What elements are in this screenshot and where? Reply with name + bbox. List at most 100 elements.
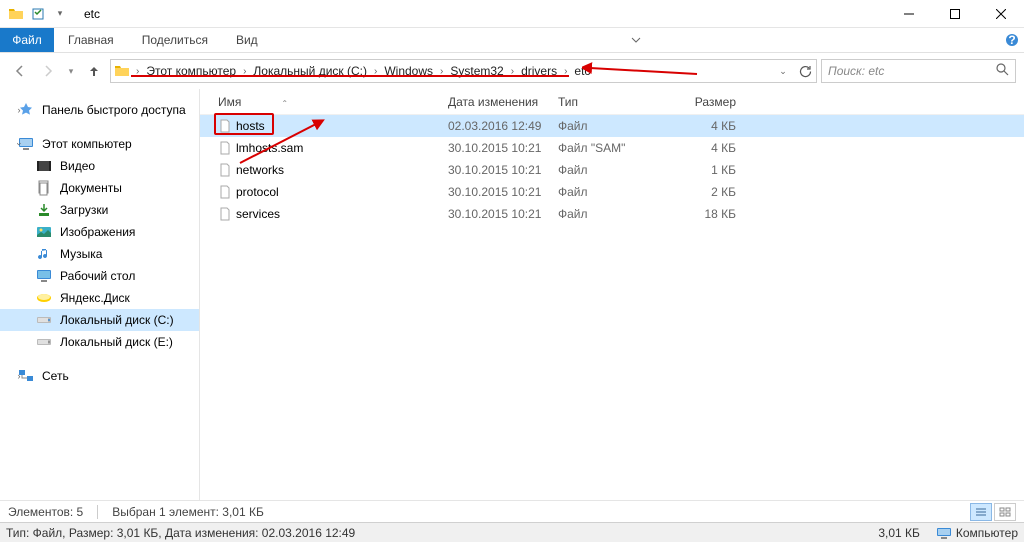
file-pane: Имя⌃ Дата изменения Тип Размер hosts 02.… [200,89,1024,500]
minimize-button[interactable] [886,0,932,28]
file-icon [218,185,236,199]
sidebar-item-label: Музыка [60,247,102,261]
tab-home[interactable]: Главная [54,28,128,52]
video-icon [36,158,52,174]
sidebar-item-label: Яндекс.Диск [60,291,130,305]
titlebar: ▾ etc [0,0,1024,28]
sidebar-item-videos[interactable]: Видео [0,155,199,177]
search-placeholder: Поиск: etc [828,64,884,78]
file-icon [218,119,236,133]
drive-icon [36,312,52,328]
search-input[interactable]: Поиск: etc [821,59,1016,83]
yandex-disk-icon [36,290,52,306]
col-date[interactable]: Дата изменения [448,95,558,109]
back-button[interactable] [8,59,32,83]
address-dropdown-icon[interactable]: ⌄ [772,60,794,82]
view-tiles-button[interactable] [994,503,1016,521]
desktop-icon [36,268,52,284]
separator [97,505,98,519]
forward-button[interactable] [36,59,60,83]
file-date: 02.03.2016 12:49 [448,119,558,133]
nav-row: ▾ › Этот компьютер › Локальный диск (C:)… [0,53,1024,89]
sidebar-item-desktop[interactable]: Рабочий стол [0,265,199,287]
tab-view[interactable]: Вид [222,28,272,52]
file-icon [218,163,236,177]
file-icon [218,207,236,221]
file-type: Файл [558,163,666,177]
help-icon[interactable]: ? [1000,28,1024,52]
details-info: Тип: Файл, Размер: 3,01 КБ, Дата изменен… [6,526,355,540]
file-row[interactable]: lmhosts.sam 30.10.2015 10:21 Файл "SAM" … [200,137,1024,159]
sidebar-item-label: Загрузки [60,203,108,217]
status-selected: Выбран 1 элемент: 3,01 КБ [112,505,264,519]
sidebar-item-local-disk-e[interactable]: Локальный диск (E:) [0,331,199,353]
close-button[interactable] [978,0,1024,28]
sidebar-item-documents[interactable]: Документы [0,177,199,199]
file-size: 1 КБ [666,163,736,177]
file-name: networks [236,163,448,177]
status-elements: Элементов: 5 [8,505,83,519]
svg-text:?: ? [1008,33,1015,47]
file-row[interactable]: protocol 30.10.2015 10:21 Файл 2 КБ [200,181,1024,203]
details-computer: Компьютер [936,526,1018,540]
file-date: 30.10.2015 10:21 [448,185,558,199]
file-icon [218,141,236,155]
nav-pane: › Панель быстрого доступа › Этот компьют… [0,89,200,500]
sidebar-network[interactable]: › Сеть [0,365,199,387]
search-icon[interactable] [996,63,1009,79]
status-bar: Элементов: 5 Выбран 1 элемент: 3,01 КБ [0,500,1024,522]
sidebar-item-downloads[interactable]: Загрузки [0,199,199,221]
sidebar-item-yandex-disk[interactable]: Яндекс.Диск [0,287,199,309]
qat-dropdown-icon[interactable]: ▾ [50,4,70,24]
music-icon [36,246,52,262]
sidebar-quick-access[interactable]: › Панель быстрого доступа [0,99,199,121]
qat-properties-icon[interactable] [28,4,48,24]
file-size: 4 КБ [666,141,736,155]
details-bar: Тип: Файл, Размер: 3,01 КБ, Дата изменен… [0,522,1024,542]
sidebar-item-label: Локальный диск (C:) [60,313,174,327]
col-name[interactable]: Имя⌃ [218,95,448,109]
recent-dropdown-icon[interactable]: ▾ [64,59,78,83]
file-date: 30.10.2015 10:21 [448,141,558,155]
computer-icon: › [18,136,34,152]
sidebar-item-label: Рабочий стол [60,269,135,283]
folder-icon [6,4,26,24]
drive-icon [36,334,52,350]
file-row[interactable]: services 30.10.2015 10:21 Файл 18 КБ [200,203,1024,225]
sidebar-item-music[interactable]: Музыка [0,243,199,265]
expand-ribbon-icon[interactable] [616,28,656,52]
col-type[interactable]: Тип [558,95,666,109]
col-size[interactable]: Размер [666,95,736,109]
maximize-button[interactable] [932,0,978,28]
file-size: 18 КБ [666,207,736,221]
sort-asc-icon: ⌃ [281,99,288,108]
pictures-icon [36,224,52,240]
sidebar-item-label: Локальный диск (E:) [60,335,173,349]
sidebar-item-label: Этот компьютер [42,137,132,151]
sidebar-item-pictures[interactable]: Изображения [0,221,199,243]
annotation-underline [131,75,569,77]
file-date: 30.10.2015 10:21 [448,207,558,221]
file-name: protocol [236,185,448,199]
tab-share[interactable]: Поделиться [128,28,222,52]
sidebar-item-label: Видео [60,159,95,173]
up-button[interactable] [82,59,106,83]
view-details-button[interactable] [970,503,992,521]
breadcrumb: › Этот компьютер › Локальный диск (C:) ›… [133,60,594,82]
sidebar-item-local-disk-c[interactable]: Локальный диск (C:) [0,309,199,331]
refresh-icon[interactable] [794,60,816,82]
file-type: Файл [558,119,666,133]
documents-icon [36,180,52,196]
ribbon: Файл Главная Поделиться Вид ? [0,28,1024,53]
sidebar-this-pc[interactable]: › Этот компьютер [0,133,199,155]
file-size: 4 КБ [666,119,736,133]
file-tab[interactable]: Файл [0,28,54,52]
file-name: hosts [236,119,448,133]
file-name: services [236,207,448,221]
file-row[interactable]: hosts 02.03.2016 12:49 Файл 4 КБ [200,115,1024,137]
file-row[interactable]: networks 30.10.2015 10:21 Файл 1 КБ [200,159,1024,181]
address-bar[interactable]: › Этот компьютер › Локальный диск (C:) ›… [110,59,817,83]
file-date: 30.10.2015 10:21 [448,163,558,177]
crumb[interactable]: etc [570,64,594,78]
file-type: Файл "SAM" [558,141,666,155]
